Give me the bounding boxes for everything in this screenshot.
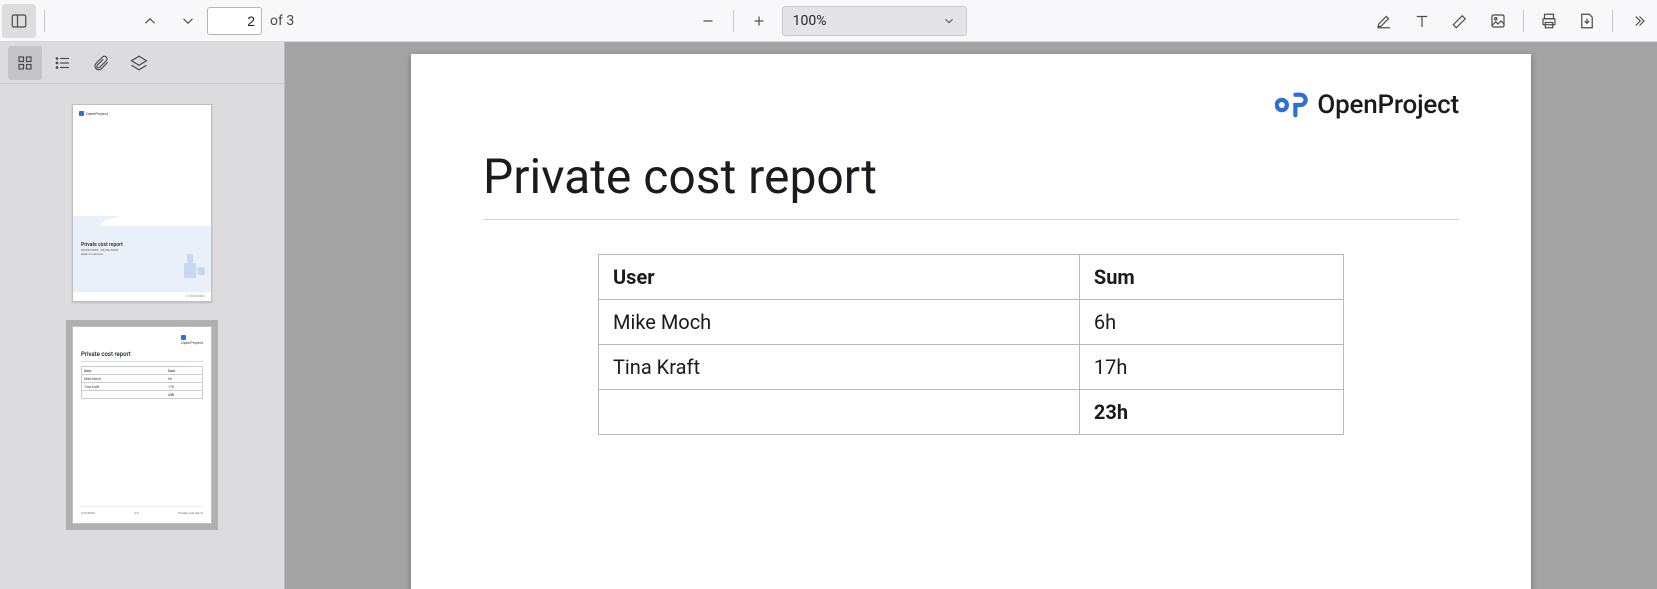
highlight-tool-button[interactable] [1367, 4, 1401, 38]
openproject-logo-icon [1275, 91, 1309, 119]
brand-name: OpenProject [1317, 90, 1459, 120]
layers-tab[interactable] [122, 46, 156, 80]
page-viewer[interactable]: OpenProject Private cost report User Sum [285, 42, 1657, 589]
sidebar: OpenProject Private cost report XX/XX/XX… [0, 42, 285, 589]
sidebar-tabs [0, 42, 284, 84]
table-header-row: User Sum [599, 255, 1344, 300]
separator [733, 10, 734, 32]
openproject-logo: OpenProject [1275, 90, 1459, 120]
viewer-body: OpenProject Private cost report XX/XX/XX… [0, 42, 1657, 589]
image-tool-button[interactable] [1481, 4, 1515, 38]
next-page-button[interactable] [171, 4, 205, 38]
separator [44, 10, 45, 32]
page-total-label: of 3 [270, 13, 294, 29]
prev-page-button[interactable] [133, 4, 167, 38]
outline-tab[interactable] [46, 46, 80, 80]
zoom-select[interactable]: 100% [782, 6, 967, 36]
zoom-in-button[interactable] [742, 4, 776, 38]
toolbar: of 3 100% [0, 0, 1657, 42]
document-page: OpenProject Private cost report User Sum [411, 54, 1531, 589]
table-row: Tina Kraft 17h [599, 345, 1344, 390]
report-title: Private cost report [483, 148, 1459, 205]
thumbnail-page-2[interactable]: OpenProject Private cost report User Sum [72, 326, 212, 524]
text-tool-button[interactable] [1405, 4, 1439, 38]
cell-sum-total: 23h [1079, 390, 1343, 435]
pdf-viewer: of 3 100% [0, 0, 1657, 589]
mini-logo: OpenProject [181, 335, 203, 345]
table-total-row: 23h [599, 390, 1344, 435]
col-header-user: User [599, 255, 1080, 300]
print-button[interactable] [1532, 4, 1566, 38]
more-tools-button[interactable] [1621, 4, 1655, 38]
chevron-down-icon [942, 14, 956, 28]
attachments-tab[interactable] [84, 46, 118, 80]
thumbnails-tab[interactable] [8, 46, 42, 80]
download-button[interactable] [1570, 4, 1604, 38]
title-separator [483, 219, 1459, 220]
table-row: Mike Moch 6h [599, 300, 1344, 345]
col-header-sum: Sum [1079, 255, 1343, 300]
cell-sum: 6h [1079, 300, 1343, 345]
cost-report-table: User Sum Mike Moch 6h Tina Kraft 17h [598, 254, 1344, 435]
thumbnail-page-1[interactable]: OpenProject Private cost report XX/XX/XX… [72, 104, 212, 302]
page-number-input[interactable] [207, 7, 262, 35]
thumbnail-list: OpenProject Private cost report XX/XX/XX… [0, 84, 284, 589]
cell-sum: 17h [1079, 345, 1343, 390]
separator [1612, 10, 1613, 32]
separator [1523, 10, 1524, 32]
cell-user [599, 390, 1080, 435]
sidebar-toggle-button[interactable] [2, 4, 36, 38]
zoom-value: 100% [793, 13, 827, 29]
document-header: OpenProject [483, 90, 1459, 120]
cell-user: Tina Kraft [599, 345, 1080, 390]
cell-user: Mike Moch [599, 300, 1080, 345]
draw-tool-button[interactable] [1443, 4, 1477, 38]
zoom-out-button[interactable] [691, 4, 725, 38]
